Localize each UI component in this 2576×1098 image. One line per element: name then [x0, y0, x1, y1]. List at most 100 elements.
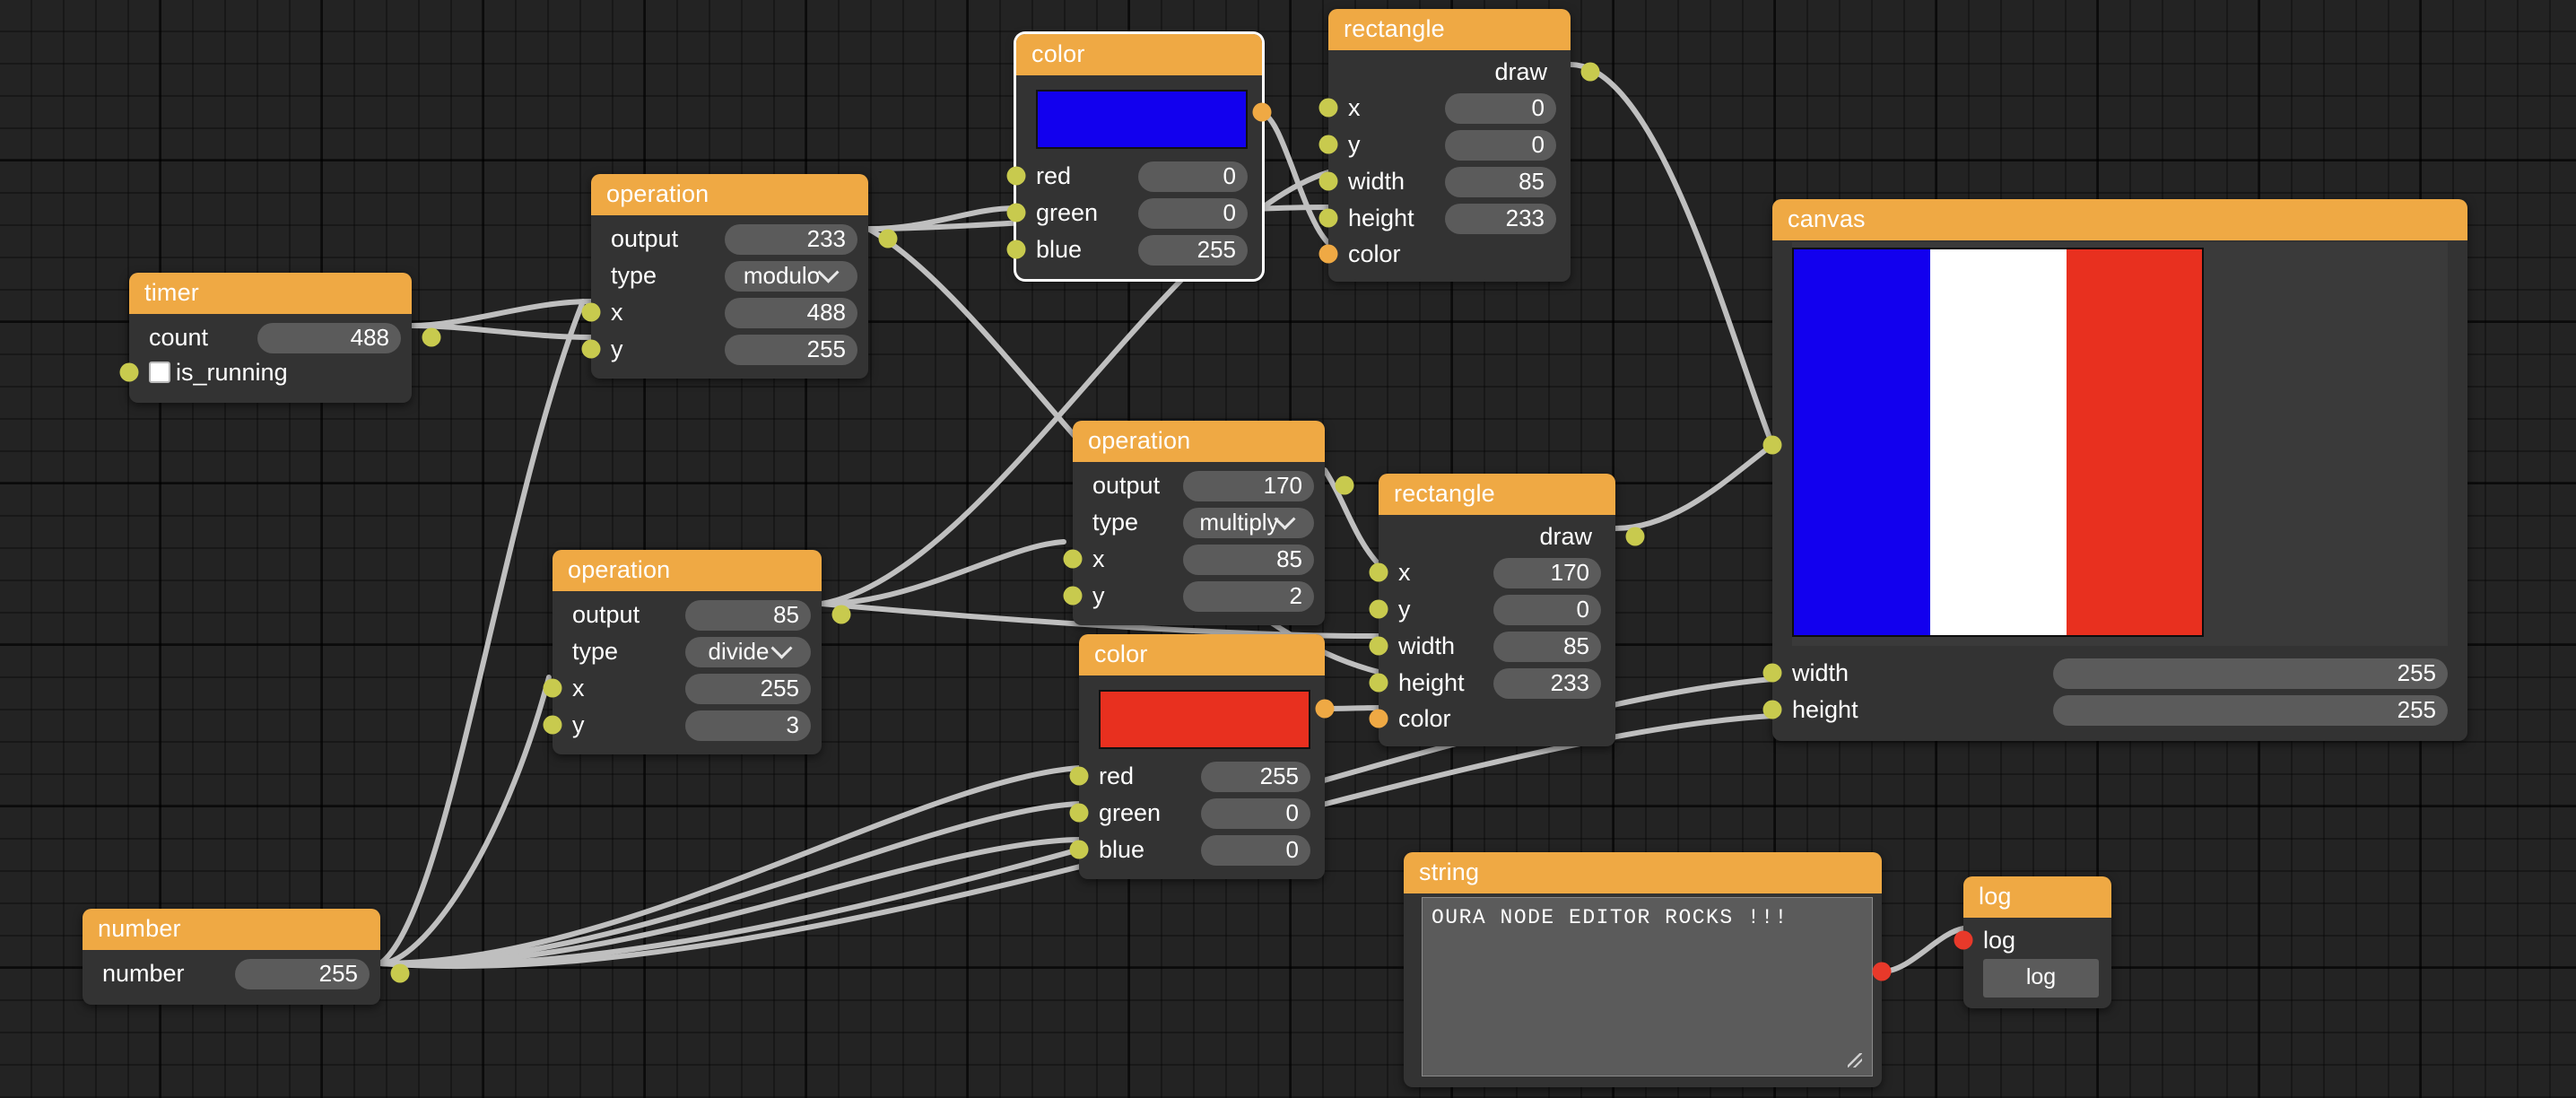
canvas-draw-input-port[interactable] [1762, 435, 1782, 455]
modulo-output-field[interactable]: 233 [725, 223, 857, 255]
color-blue-red-field[interactable]: 0 [1138, 161, 1248, 192]
modulo-type-select[interactable]: modulo [725, 260, 857, 292]
node-number[interactable]: number number 255 [83, 909, 410, 1005]
rect-blue-x-input-port[interactable] [1318, 98, 1338, 118]
node-string[interactable]: string OURA NODE EDITOR ROCKS !!! [1404, 852, 1892, 1087]
timer-count-field[interactable]: 488 [257, 322, 401, 353]
multiply-output-label: output [1092, 472, 1161, 499]
string-output-port[interactable] [1872, 962, 1892, 981]
canvas-width-field[interactable]: 255 [2053, 658, 2448, 689]
color-red-swatch[interactable] [1099, 690, 1310, 749]
node-color-blue[interactable]: color red 0 green 0 blue 255 [1006, 34, 1272, 279]
canvas-preview[interactable] [1792, 242, 2448, 646]
rect-blue-draw-output-port[interactable] [1580, 62, 1600, 82]
color-blue-green-input-port[interactable] [1006, 203, 1026, 222]
rect-blue-x-field[interactable]: 0 [1445, 92, 1556, 124]
color-blue-green-row: green 0 [1006, 195, 1248, 231]
rect-red-y-field[interactable]: 0 [1493, 594, 1601, 625]
rect-red-color-input-port[interactable] [1369, 709, 1388, 728]
divide-type-label: type [572, 638, 619, 665]
timer-is-running-input-port[interactable] [119, 362, 139, 382]
rect-red-width-input-port[interactable] [1369, 636, 1388, 656]
color-red-output-port[interactable] [1315, 699, 1335, 719]
node-color-red[interactable]: color red 255 green 0 blue 0 [1069, 634, 1335, 879]
rect-red-width-label: width [1398, 632, 1456, 659]
node-operation-modulo[interactable]: operation output 233 type modulo x 488 y… [581, 174, 898, 379]
node-rectangle-red[interactable]: rectangle draw x 170 y 0 width 85 height… [1369, 474, 1645, 746]
log-input-port[interactable] [1954, 930, 1973, 950]
rect-red-draw-output-port[interactable] [1625, 527, 1645, 546]
rect-blue-width-field[interactable]: 85 [1445, 166, 1556, 197]
divide-x-field[interactable]: 255 [685, 673, 811, 704]
color-red-red-field[interactable]: 255 [1201, 761, 1310, 792]
rect-blue-width-row: width 85 [1318, 163, 1556, 200]
color-blue-output-port[interactable] [1252, 102, 1272, 122]
node-operation-divide[interactable]: operation output 85 type divide x 255 y … [543, 550, 851, 754]
node-operation-multiply[interactable]: operation output 170 type multiply x 85 … [1063, 421, 1354, 625]
color-blue-green-field[interactable]: 0 [1138, 197, 1248, 229]
modulo-y-field[interactable]: 255 [725, 334, 857, 365]
divide-x-input-port[interactable] [543, 678, 562, 698]
number-value-field[interactable]: 255 [235, 958, 370, 989]
color-red-green-input-port[interactable] [1069, 803, 1089, 823]
multiply-type-select[interactable]: multiply [1183, 507, 1314, 538]
divide-output-port[interactable] [831, 605, 851, 624]
divide-output-field[interactable]: 85 [685, 599, 811, 631]
rect-blue-x-row: x 0 [1318, 90, 1556, 126]
multiply-y-field[interactable]: 2 [1183, 580, 1314, 612]
color-red-blue-field[interactable]: 0 [1201, 834, 1310, 866]
color-red-green-field[interactable]: 0 [1201, 797, 1310, 829]
multiply-output-field[interactable]: 170 [1183, 470, 1314, 501]
rect-blue-width-input-port[interactable] [1318, 171, 1338, 191]
modulo-x-input-port[interactable] [581, 302, 601, 322]
rect-red-height-input-port[interactable] [1369, 673, 1388, 693]
node-rectangle-blue[interactable]: rectangle draw x 0 y 0 width 85 height 2… [1318, 9, 1600, 282]
rect-blue-height-input-port[interactable] [1318, 208, 1338, 228]
node-log[interactable]: log log log [1954, 876, 2111, 1008]
rect-red-width-field[interactable]: 85 [1493, 631, 1601, 662]
rect-blue-height-field[interactable]: 233 [1445, 203, 1556, 234]
color-blue-blue-field[interactable]: 255 [1138, 234, 1248, 266]
color-blue-red-label: red [1036, 162, 1072, 189]
multiply-x-input-port[interactable] [1063, 549, 1083, 569]
multiply-y-input-port[interactable] [1063, 586, 1083, 606]
resize-grip-icon[interactable] [1848, 1053, 1862, 1068]
modulo-output-label: output [611, 225, 679, 252]
rect-red-x-input-port[interactable] [1369, 562, 1388, 582]
multiply-y-row: y 2 [1063, 578, 1314, 614]
color-blue-swatch[interactable] [1036, 90, 1248, 149]
multiply-type-row: type multiply [1092, 504, 1314, 541]
color-red-blue-input-port[interactable] [1069, 840, 1089, 859]
color-blue-blue-row: blue 255 [1006, 231, 1248, 268]
modulo-x-field[interactable]: 488 [725, 297, 857, 328]
timer-count-output-port[interactable] [422, 327, 441, 347]
rect-red-height-field[interactable]: 233 [1493, 667, 1601, 699]
rect-red-x-field[interactable]: 170 [1493, 557, 1601, 588]
node-canvas[interactable]: canvas width 255 height 255 [1762, 199, 2467, 741]
modulo-y-input-port[interactable] [581, 339, 601, 359]
divide-y-field[interactable]: 3 [685, 710, 811, 741]
color-red-red-input-port[interactable] [1069, 766, 1089, 786]
multiply-output-port[interactable] [1335, 475, 1354, 495]
string-textarea[interactable]: OURA NODE EDITOR ROCKS !!! [1422, 897, 1873, 1076]
color-blue-red-input-port[interactable] [1006, 166, 1026, 186]
rect-blue-x-label: x [1348, 94, 1361, 121]
rect-blue-y-field[interactable]: 0 [1445, 129, 1556, 161]
divide-y-input-port[interactable] [543, 715, 562, 735]
rect-blue-color-input-port[interactable] [1318, 244, 1338, 264]
log-button[interactable]: log [1983, 959, 2099, 998]
color-blue-blue-input-port[interactable] [1006, 240, 1026, 259]
canvas-height-field[interactable]: 255 [2053, 694, 2448, 726]
number-output-port[interactable] [390, 963, 410, 983]
rect-red-y-input-port[interactable] [1369, 599, 1388, 619]
divide-type-select[interactable]: divide [685, 636, 811, 667]
timer-is-running-checkbox[interactable] [149, 362, 170, 383]
canvas-height-input-port[interactable] [1762, 700, 1782, 719]
node-timer[interactable]: timer count 488 is_running [119, 273, 441, 403]
multiply-x-field[interactable]: 85 [1183, 544, 1314, 575]
canvas-width-input-port[interactable] [1762, 663, 1782, 683]
node-graph-canvas[interactable]: timer count 488 is_running operation out… [0, 0, 2576, 1098]
log-input-row: log [1954, 921, 2099, 959]
rect-blue-y-input-port[interactable] [1318, 135, 1338, 154]
modulo-output-port[interactable] [878, 229, 898, 248]
